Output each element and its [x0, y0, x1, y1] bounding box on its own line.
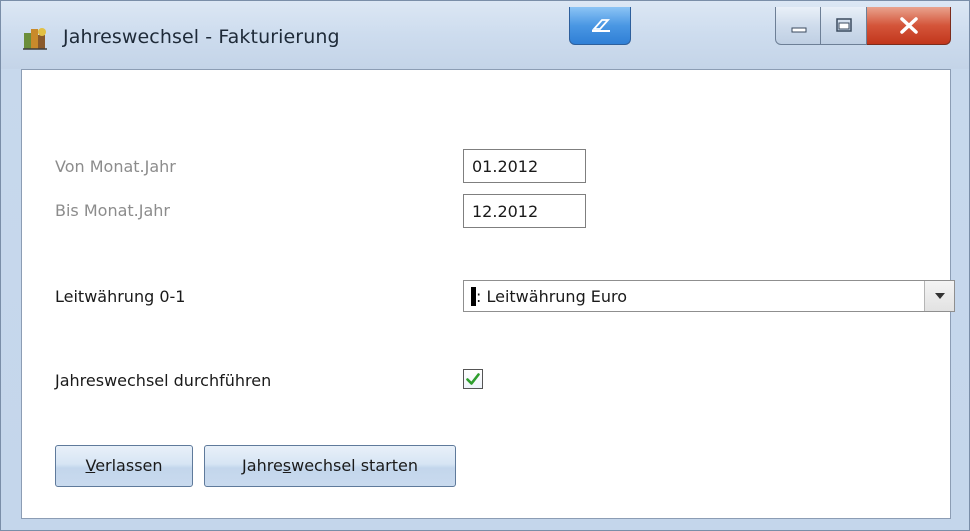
bis-monat-jahr-label: Bis Monat.Jahr	[55, 201, 170, 220]
minimize-button[interactable]	[775, 7, 821, 45]
bis-monat-jahr-input[interactable]: 12.2012	[463, 194, 586, 228]
verlassen-mnemonic: V	[85, 456, 96, 475]
pin-button[interactable]	[569, 7, 631, 45]
maximize-button[interactable]	[821, 7, 867, 45]
minimize-icon	[791, 27, 807, 33]
app-icon	[23, 28, 47, 50]
leitwaehrung-selected-value: : Leitwährung Euro	[476, 287, 628, 306]
verlassen-label: erlassen	[95, 456, 163, 475]
dialog-window: Jahreswechsel - Fakturierung Von Monat.J…	[0, 0, 970, 531]
von-monat-jahr-input[interactable]: 01.2012	[463, 149, 586, 183]
window-title: Jahreswechsel - Fakturierung	[63, 26, 340, 48]
durchfuehren-label: Jahreswechsel durchführen	[55, 371, 272, 390]
verlassen-button[interactable]: Verlassen	[55, 445, 193, 487]
chevron-down-icon[interactable]	[924, 281, 954, 311]
von-monat-jahr-label: Von Monat.Jahr	[55, 157, 176, 176]
starten-label-post: wechsel starten	[291, 456, 418, 475]
title-bar[interactable]: Jahreswechsel - Fakturierung	[1, 1, 969, 69]
window-controls	[775, 7, 951, 45]
pin-icon	[591, 19, 611, 32]
durchfuehren-checkbox[interactable]	[463, 369, 483, 389]
starten-mnemonic: s	[282, 456, 292, 475]
leitwaehrung-select[interactable]: : Leitwährung Euro	[463, 280, 955, 312]
leitwaehrung-label: Leitwährung 0-1	[55, 287, 186, 306]
maximize-icon	[836, 18, 852, 32]
jahreswechsel-starten-button[interactable]: Jahreswechsel starten	[204, 445, 456, 487]
starten-label-pre: Jahre	[242, 456, 283, 475]
check-icon	[466, 373, 480, 385]
close-icon	[900, 17, 918, 34]
close-button[interactable]	[867, 7, 951, 45]
